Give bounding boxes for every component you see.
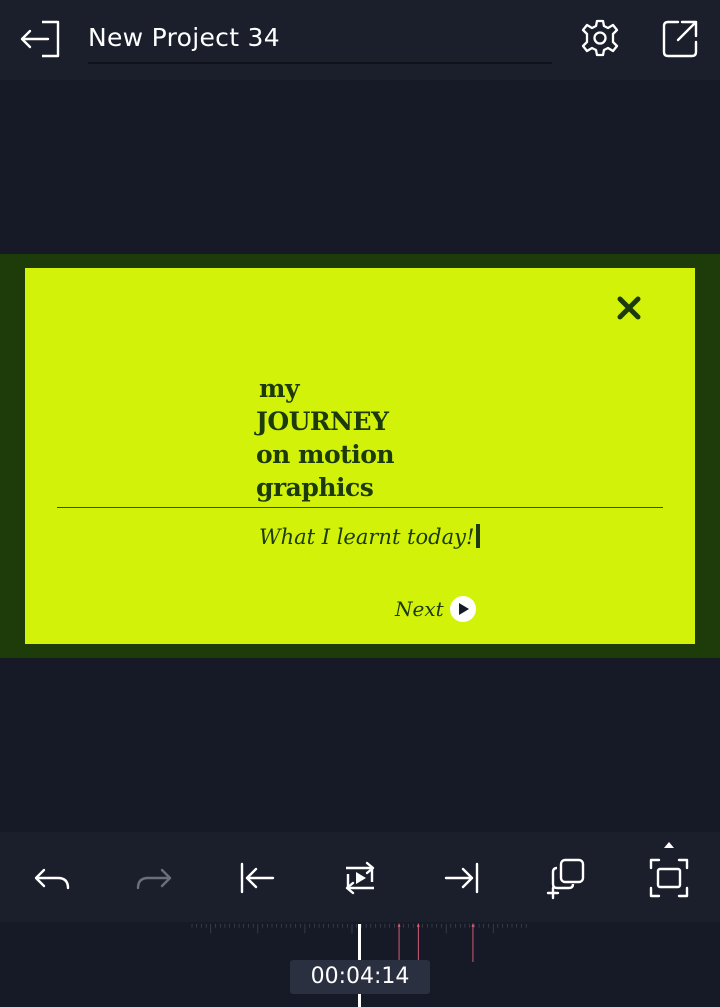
card-heading[interactable]: my JOURNEY on motion graphics — [256, 372, 496, 504]
timecode-display: 00:04:14 — [290, 960, 430, 994]
preview-stage: my JOURNEY on motion graphics What I lea… — [0, 254, 720, 658]
project-title: New Project 34 — [88, 23, 280, 52]
exit-arrow-icon[interactable] — [16, 16, 64, 64]
heading-line: on motion — [256, 440, 395, 469]
text-cursor — [476, 524, 481, 548]
play-icon — [449, 596, 476, 622]
top-bar: New Project 34 — [0, 0, 720, 80]
close-x-icon[interactable] — [615, 294, 643, 322]
keyframe-marker-head[interactable] — [471, 922, 475, 927]
gear-icon[interactable] — [576, 14, 624, 62]
loop-play-icon[interactable] — [336, 854, 384, 902]
expand-caret-icon[interactable] — [664, 842, 674, 848]
next-button[interactable]: Next — [395, 594, 476, 624]
undo-icon[interactable] — [28, 854, 76, 902]
jump-to-end-icon[interactable] — [438, 854, 486, 902]
redo-icon — [130, 854, 178, 902]
heading-line: my — [259, 374, 299, 403]
bottom-toolbar — [0, 832, 720, 922]
fullscreen-icon[interactable] — [645, 854, 693, 902]
card-subtitle[interactable]: What I learnt today! — [259, 522, 481, 552]
timeline[interactable]: 00:04:14 — [0, 922, 720, 1007]
card-divider — [57, 507, 663, 508]
subtitle-text: What I learnt today! — [259, 525, 475, 549]
keyframe-marker-head[interactable] — [416, 922, 420, 927]
heading-line: JOURNEY — [256, 407, 389, 436]
heading-line: graphics — [256, 473, 374, 502]
duplicate-icon[interactable] — [543, 854, 591, 902]
project-title-field[interactable]: New Project 34 — [88, 14, 552, 64]
keyframe-marker-head[interactable] — [397, 922, 401, 927]
jump-to-start-icon[interactable] — [233, 854, 281, 902]
external-share-icon[interactable] — [656, 14, 704, 62]
next-label: Next — [395, 597, 444, 621]
title-card[interactable]: my JOURNEY on motion graphics What I lea… — [25, 268, 695, 644]
